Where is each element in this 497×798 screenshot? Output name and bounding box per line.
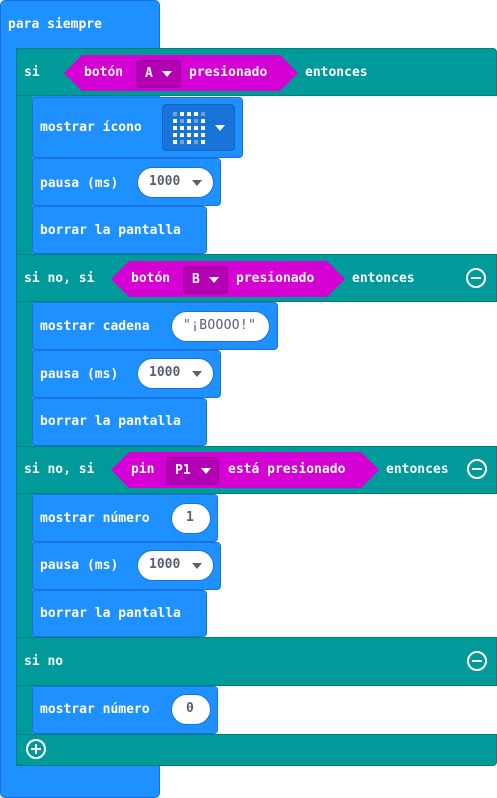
chevron-down-icon xyxy=(192,180,202,186)
pause-duration-dropdown[interactable]: 1000 xyxy=(137,550,214,581)
pause-duration-dropdown[interactable]: 1000 xyxy=(137,167,214,198)
if-then-label: entonces xyxy=(305,65,368,80)
clear-screen-label: borrar la pantalla xyxy=(40,414,181,429)
else-if-2-label: si no, si xyxy=(24,462,95,477)
else-header[interactable] xyxy=(16,637,497,686)
pause-duration-dropdown[interactable]: 1000 xyxy=(137,358,214,389)
chevron-down-icon xyxy=(215,125,225,131)
clear-screen-label: borrar la pantalla xyxy=(40,223,181,238)
else-if-1-then-label: entonces xyxy=(352,271,415,286)
if-label: si xyxy=(24,65,40,80)
pin-suffix: está presionado xyxy=(228,462,346,477)
pause-value: 1000 xyxy=(149,557,181,572)
else-label: si no xyxy=(24,654,64,669)
pin-dropdown[interactable]: P1 xyxy=(166,457,219,485)
else-if-2-then-label: entonces xyxy=(386,462,449,477)
show-icon-label: mostrar ícono xyxy=(40,120,142,135)
ghost-icon xyxy=(173,112,205,144)
show-number-label: mostrar número xyxy=(40,702,150,717)
pin-label: pin xyxy=(131,462,155,477)
chevron-down-icon xyxy=(201,468,211,474)
button-a-suffix: presionado xyxy=(189,65,268,80)
button-b-suffix: presionado xyxy=(236,271,315,286)
chevron-down-icon xyxy=(162,71,172,77)
add-branch-icon[interactable] xyxy=(26,739,46,759)
pause-value: 1000 xyxy=(149,174,181,189)
button-b-label: botón xyxy=(131,271,171,286)
pin-value: P1 xyxy=(175,463,191,478)
button-a-label: botón xyxy=(84,65,124,80)
remove-else-if-2-icon[interactable] xyxy=(467,459,487,479)
pause-label: pausa (ms) xyxy=(40,176,119,191)
chevron-down-icon xyxy=(192,563,202,569)
number-input[interactable]: 0 xyxy=(171,694,211,725)
button-a-dropdown[interactable]: A xyxy=(136,60,181,88)
pause-value: 1000 xyxy=(149,365,181,380)
show-string-label: mostrar cadena xyxy=(40,319,150,334)
chevron-down-icon xyxy=(192,371,202,377)
remove-else-icon[interactable] xyxy=(467,651,487,671)
button-b-dropdown[interactable]: B xyxy=(183,266,228,294)
button-b-value: B xyxy=(192,272,200,287)
clear-screen-label: borrar la pantalla xyxy=(40,606,181,621)
show-number-label: mostrar número xyxy=(40,511,150,526)
forever-label: para siempre xyxy=(8,17,102,32)
else-if-1-label: si no, si xyxy=(24,271,95,286)
number-input[interactable]: 1 xyxy=(171,503,211,534)
if-block-footer[interactable] xyxy=(16,734,497,766)
pause-label: pausa (ms) xyxy=(40,558,119,573)
string-input[interactable]: "¡BOOOO!" xyxy=(171,311,270,342)
chevron-down-icon xyxy=(209,277,219,283)
remove-else-if-1-icon[interactable] xyxy=(466,268,486,288)
button-a-value: A xyxy=(145,66,153,81)
pause-label: pausa (ms) xyxy=(40,367,119,382)
icon-picker[interactable] xyxy=(162,104,235,151)
